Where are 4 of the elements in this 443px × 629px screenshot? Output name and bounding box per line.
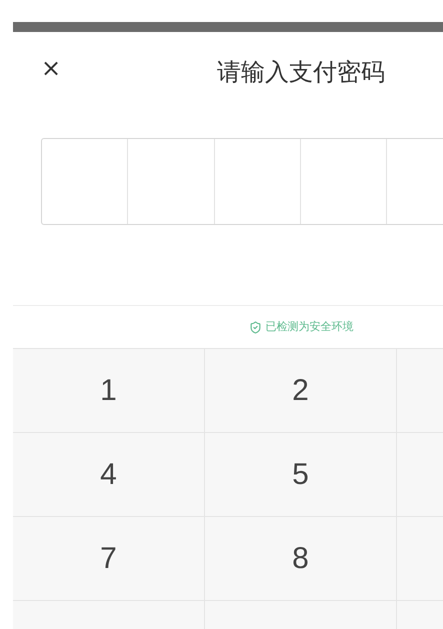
security-notice: 已检测为安全环境 <box>266 318 354 335</box>
dialog-title: 请输入支付密码 <box>217 57 385 88</box>
password-field[interactable] <box>41 138 443 225</box>
close-button[interactable]: × <box>41 56 62 80</box>
